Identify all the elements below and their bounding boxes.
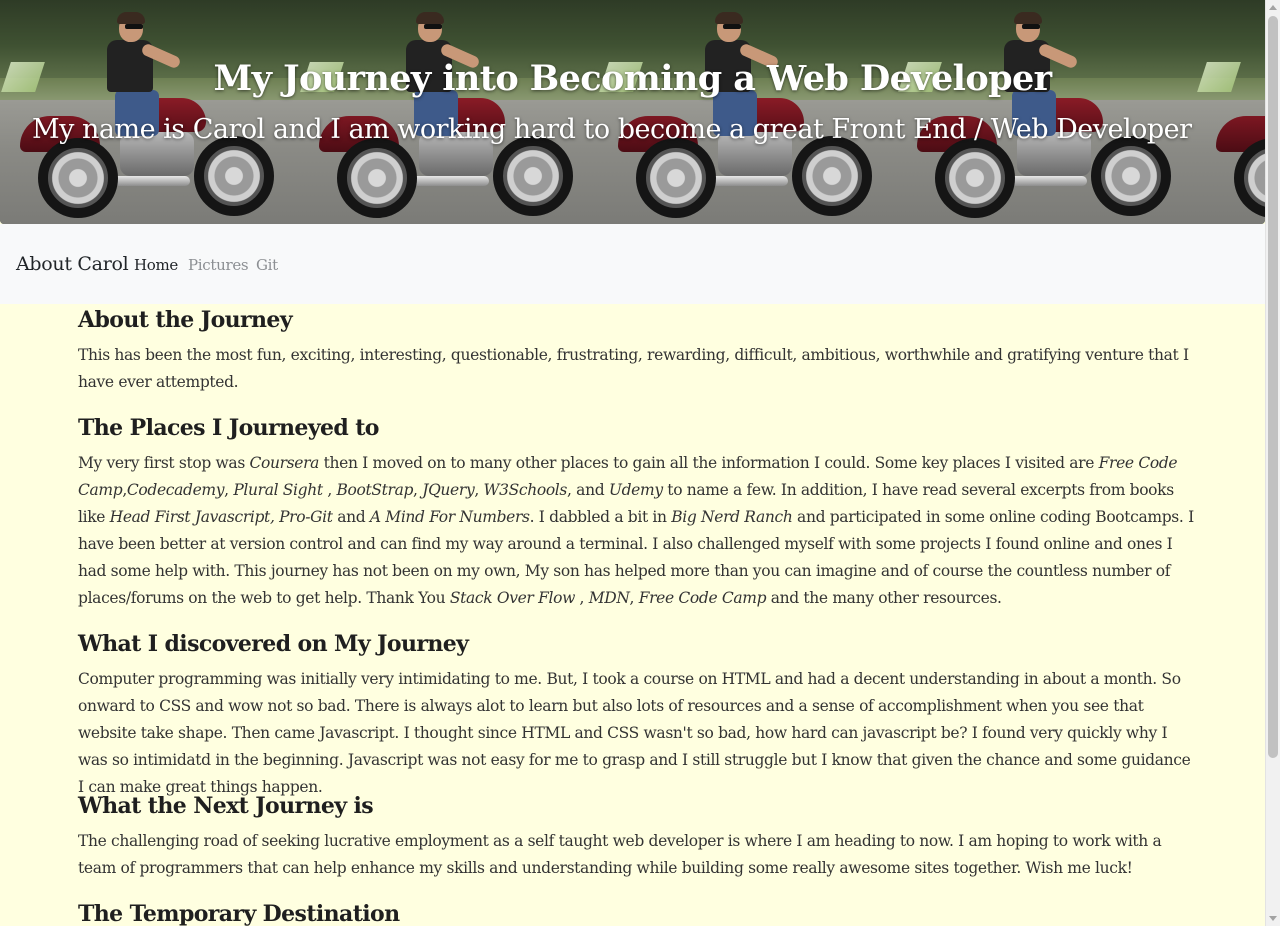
- page-title: My Journey into Becoming a Web Developer: [213, 58, 1053, 99]
- resource-big-nerd-ranch: Big Nerd Ranch: [671, 508, 793, 526]
- motorcycle-rider-image: [299, 0, 598, 224]
- resource-bootstrap: BootStrap: [336, 481, 414, 499]
- resource-stack-overflow: Stack Over Flow: [449, 589, 575, 607]
- nav-link-git[interactable]: Git: [256, 256, 278, 274]
- section-paragraph: Computer programming was initially very …: [78, 670, 1191, 796]
- section-paragraph: This has been the most fun, exciting, in…: [78, 346, 1189, 391]
- section-heading: The Places I Journeyed to: [78, 415, 379, 441]
- motorcycle-rider-image: [897, 0, 1196, 224]
- book-a-mind-for-numbers: A Mind For Numbers: [369, 508, 530, 526]
- motorcycle-rider-image: [0, 0, 299, 224]
- resource-jquery: JQuery: [422, 481, 475, 499]
- section-next-journey: What the Next Journey is The challenging…: [78, 790, 1198, 892]
- resource-udemy: Udemy: [608, 481, 663, 499]
- resource-mdn: MDN: [588, 589, 630, 607]
- navbar-brand-about-carol[interactable]: About Carol: [16, 253, 129, 275]
- section-about-the-journey: About the Journey This has been the most…: [78, 304, 1198, 406]
- scroll-down-arrow-icon[interactable]: [1269, 916, 1277, 921]
- resource-codecademy: Codecademy: [126, 481, 225, 499]
- scrollbar-thumb[interactable]: [1268, 16, 1278, 758]
- resource-plural-sight: Plural Sight: [233, 481, 323, 499]
- resource-w3schools: W3Schools: [483, 481, 568, 499]
- section-heading: What the Next Journey is: [78, 793, 374, 819]
- section-paragraph: My very first stop was Coursera then I m…: [78, 454, 1194, 607]
- scroll-up-arrow-icon[interactable]: [1269, 5, 1277, 10]
- section-places-journeyed: The Places I Journeyed to My very first …: [78, 412, 1198, 622]
- section-heading: What I discovered on My Journey: [78, 631, 469, 657]
- vertical-scrollbar[interactable]: [1265, 0, 1280, 926]
- motorcycle-rider-image: [1196, 0, 1265, 224]
- resource-coursera: Coursera: [249, 454, 320, 472]
- nav-link-pictures[interactable]: Pictures: [188, 256, 249, 274]
- section-paragraph: The challenging road of seeking lucrativ…: [78, 832, 1162, 877]
- page-subtitle: My name is Carol and I am working hard t…: [32, 114, 1192, 145]
- motorcycle-rider-image: [598, 0, 897, 224]
- nav-link-home[interactable]: Home: [134, 256, 178, 274]
- book-head-first-pro-git: Head First Javascript, Pro-Git: [109, 508, 333, 526]
- navbar: About Carol Home Pictures Git: [0, 224, 1265, 304]
- section-heading: About the Journey: [78, 307, 293, 333]
- section-heading: The Temporary Destination: [78, 901, 400, 926]
- resource-free-code-camp: Free Code Camp: [638, 589, 767, 607]
- hero-banner: My Journey into Becoming a Web Developer…: [0, 0, 1265, 224]
- section-temporary-destination: The Temporary Destination: [78, 898, 1198, 926]
- section-what-i-discovered: What I discovered on My Journey Computer…: [78, 628, 1198, 811]
